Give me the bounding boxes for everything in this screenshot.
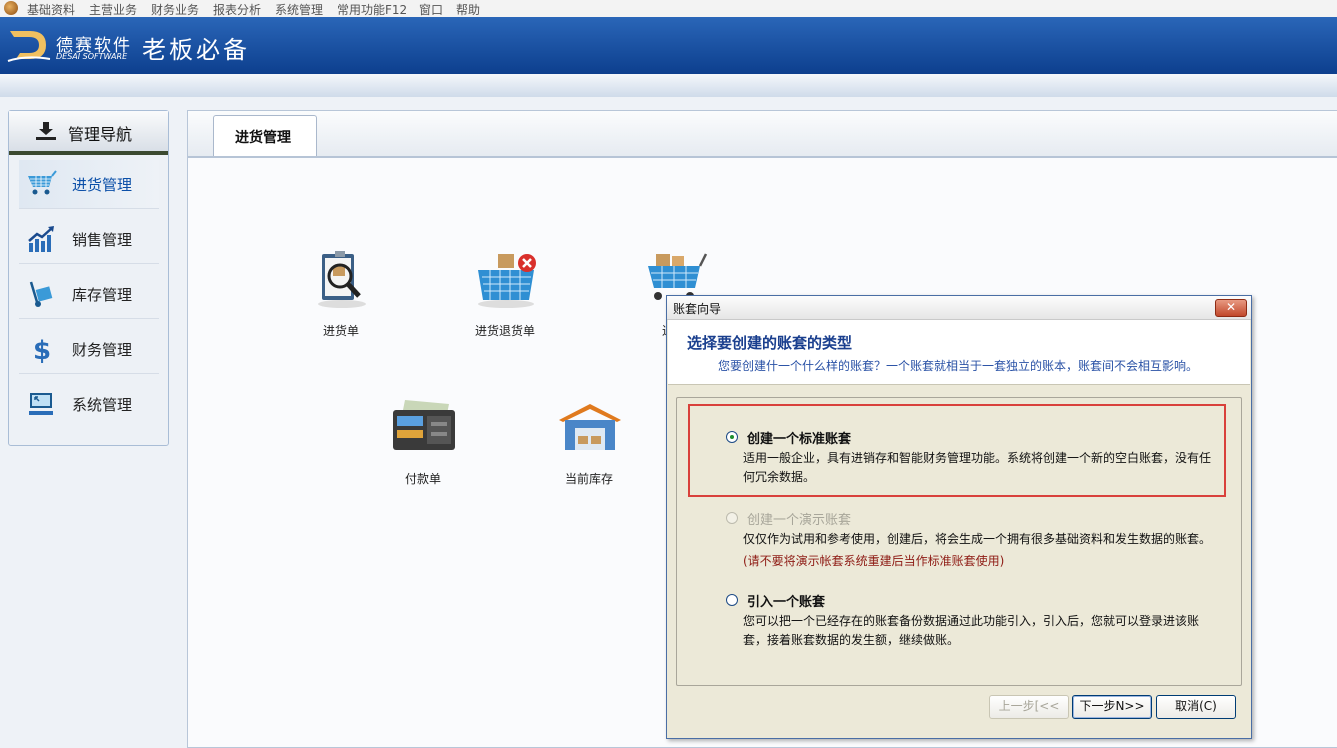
function-payment-order[interactable]: 付款单 [363,398,483,488]
sidebar-item-inventory[interactable]: 库存管理 [19,270,159,319]
option-demo-desc: 仅仅作为试用和参考使用，创建后，将会生成一个拥有很多基础资料和发生数据的账套。 [743,532,1212,546]
product-name: 老板必备 [142,36,250,64]
close-button[interactable]: ✕ [1215,299,1247,317]
standard-account-radio[interactable] [726,431,738,443]
dialog-header-subtitle: 您要创建什一个什么样的账套？一个账套就相当于一套独立的账本，账套间不会相互影响。 [718,359,1199,373]
option-import-title[interactable]: 引入一个账套 [747,591,825,610]
sidebar-item-label: 库存管理 [72,286,133,304]
sidebar-item-purchase[interactable]: 进货管理 [19,160,159,209]
cash-register-icon [393,400,455,450]
tab-strip: 进货管理 [188,111,1337,158]
cancel-button[interactable]: 取消(C) [1156,695,1236,719]
option-standard-title[interactable]: 创建一个标准账套 [747,428,851,447]
menu-item-system[interactable]: 系统管理 [275,1,323,18]
menu-bar: 基础资料 主营业务 财务业务 报表分析 系统管理 常用功能F12 窗口 帮助 [0,0,1337,18]
function-label: 进货单 [322,324,359,338]
menu-item-common-functions[interactable]: 常用功能F12 [337,1,407,18]
option-demo-title[interactable]: 创建一个演示账套 [747,509,851,528]
account-set-wizard-dialog: 账套向导 ✕ 选择要创建的账套的类型 您要创建什一个什么样的账套？一个账套就相当… [666,295,1252,739]
app-banner: 德赛软件 DESAI SOFTWARE 老板必备 [0,17,1337,74]
demo-account-radio[interactable] [726,512,738,524]
tab-purchase-management[interactable]: 进货管理 [213,115,317,156]
option-standard-desc: 适用一般企业，具有进销存和智能财务管理功能。系统将创建一个新的空白账套，没有任何… [743,451,1212,484]
toolbar-strip [0,74,1337,97]
shopping-cart-icon [28,170,57,195]
menu-item-reports[interactable]: 报表分析 [213,1,261,18]
option-demo-warning: (请不要将演示帐套系统重建后当作标准账套使用) [743,554,1005,568]
dialog-header-title: 选择要创建的账套的类型 [687,334,853,352]
tab-label: 进货管理 [235,130,291,146]
sidebar-item-finance[interactable]: $ 财务管理 [19,325,159,374]
option-import-desc: 您可以把一个已经存在的账套备份数据通过此功能引入，引入后，您就可以登录进该账套，… [743,614,1200,647]
function-label: 付款单 [404,472,441,486]
app-icon[interactable] [4,1,18,15]
sidebar-item-label: 财务管理 [72,341,133,359]
basket-return-icon [478,254,536,308]
dialog-title-bar[interactable]: 账套向导 ✕ [667,296,1251,320]
sales-chart-icon [28,226,54,252]
function-label: 当前库存 [564,472,613,486]
sidebar-item-label: 进货管理 [72,176,133,194]
dialog-title: 账套向导 [673,302,722,316]
close-icon: ✕ [1225,300,1237,314]
sidebar-item-label: 销售管理 [72,231,133,249]
svg-text:$: $ [33,336,51,363]
menu-item-main-business[interactable]: 主营业务 [89,1,137,18]
navigation-sidebar: 管理导航 进货管理 销售管理 库存管理 $ 财务管理 系统管理 [8,110,169,446]
next-button[interactable]: 下一步N>> [1072,695,1152,719]
sidebar-header: 管理导航 [9,111,168,155]
function-label: 进货退货单 [474,324,535,338]
sidebar-title: 管理导航 [68,125,133,144]
warehouse-icon [559,404,621,450]
brand-name-en: DESAI SOFTWARE [56,52,128,61]
clipboard-magnifier-icon [318,251,366,308]
download-icon [36,122,56,140]
sidebar-item-system[interactable]: 系统管理 [19,380,159,428]
function-purchase-return[interactable]: 进货退货单 [445,250,565,340]
menu-item-window[interactable]: 窗口 [419,1,443,18]
sidebar-item-label: 系统管理 [72,396,133,414]
function-current-stock[interactable]: 当前库存 [529,398,649,488]
desai-logo-icon [7,31,51,62]
menu-item-help[interactable]: 帮助 [456,1,480,18]
previous-button[interactable]: 上一步[<< [989,695,1069,719]
menu-item-basic-data[interactable]: 基础资料 [27,1,75,18]
monitor-icon [29,393,53,415]
sidebar-item-sales[interactable]: 销售管理 [19,215,159,264]
dialog-header: 选择要创建的账套的类型 您要创建什一个什么样的账套？一个账套就相当于一套独立的账… [668,320,1250,385]
hand-truck-icon [29,281,53,307]
function-purchase-order[interactable]: 进货单 [281,250,401,340]
dollar-icon: $ [33,336,51,363]
menu-item-finance[interactable]: 财务业务 [151,1,199,18]
import-account-radio[interactable] [726,594,738,606]
